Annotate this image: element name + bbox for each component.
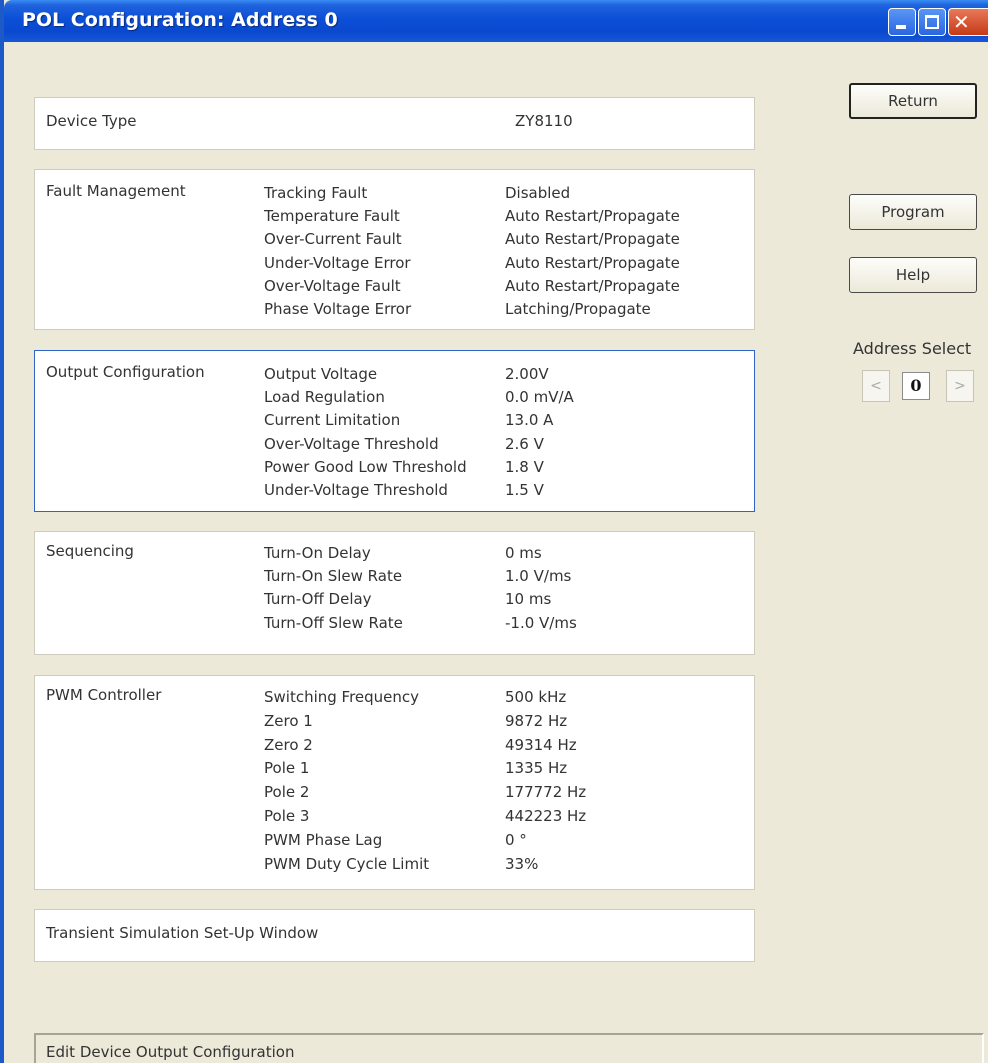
close-button[interactable]: ✕: [948, 8, 988, 36]
fault-value: Auto Restart/Propagate: [505, 253, 680, 272]
pwm-name: PWM Duty Cycle Limit: [264, 854, 430, 873]
pwm-controller-values: 500 kHz 9872 Hz 49314 Hz 1335 Hz 177772 …: [505, 686, 586, 876]
fault-name: Under-Voltage Error: [264, 253, 411, 272]
return-button[interactable]: Return: [849, 83, 977, 119]
output-value: 2.00V: [505, 365, 549, 383]
device-type-label: Device Type: [46, 112, 137, 130]
sequencing-panel[interactable]: Sequencing Turn-On Delay Turn-On Slew Ra…: [34, 531, 755, 655]
fault-management-values: Disabled Auto Restart/Propagate Auto Res…: [505, 182, 680, 321]
device-type-value: ZY8110: [515, 112, 573, 130]
fault-value: Disabled: [505, 184, 571, 202]
sequencing-value: 10 ms: [505, 590, 552, 609]
pwm-name: PWM Phase Lag: [264, 830, 383, 849]
output-value: 13.0 A: [505, 411, 554, 430]
output-value: 1.5 V: [505, 480, 544, 499]
window-title: POL Configuration: Address 0: [22, 9, 338, 31]
title-bar[interactable]: POL Configuration: Address 0 ✕: [4, 0, 988, 42]
help-button[interactable]: Help: [849, 257, 977, 293]
transient-simulation-label: Transient Simulation Set-Up Window: [46, 924, 319, 942]
pwm-value: 49314 Hz: [505, 735, 577, 754]
fault-name: Tracking Fault: [264, 184, 368, 202]
output-configuration-panel[interactable]: Output Configuration Output Voltage Load…: [34, 350, 755, 512]
transient-simulation-panel[interactable]: Transient Simulation Set-Up Window: [34, 909, 755, 962]
fault-value: Auto Restart/Propagate: [505, 276, 680, 295]
output-name: Output Voltage: [264, 365, 378, 383]
pwm-name: Zero 1: [264, 711, 313, 730]
minimize-button[interactable]: [888, 8, 916, 36]
device-type-panel[interactable]: Device Type ZY8110: [34, 97, 755, 150]
status-text: Edit Device Output Configuration: [46, 1043, 295, 1061]
pwm-name: Switching Frequency: [264, 688, 420, 706]
output-name: Load Regulation: [264, 388, 385, 407]
sequencing-value: 0 ms: [505, 544, 542, 562]
pwm-value: 33%: [505, 854, 539, 873]
fault-name: Temperature Fault: [264, 207, 400, 226]
pwm-controller-names: Switching Frequency Zero 1 Zero 2 Pole 1…: [264, 686, 429, 876]
sequencing-names: Turn-On Delay Turn-On Slew Rate Turn-Off…: [264, 542, 403, 635]
fault-management-names: Tracking Fault Temperature Fault Over-Cu…: [264, 182, 411, 321]
address-value-field[interactable]: 0: [902, 372, 930, 400]
pwm-name: Pole 2: [264, 783, 310, 802]
maximize-icon: [925, 15, 939, 29]
fault-management-title: Fault Management: [46, 182, 186, 200]
output-name: Power Good Low Threshold: [264, 457, 467, 476]
output-name: Over-Voltage Threshold: [264, 434, 439, 453]
pwm-name: Pole 3: [264, 806, 310, 825]
fault-management-panel[interactable]: Fault Management Tracking Fault Temperat…: [34, 169, 755, 330]
sequencing-value: 1.0 V/ms: [505, 567, 572, 586]
pwm-name: Zero 2: [264, 735, 313, 754]
pwm-controller-title: PWM Controller: [46, 686, 162, 704]
address-prev-button[interactable]: <: [862, 370, 890, 402]
pwm-controller-panel[interactable]: PWM Controller Switching Frequency Zero …: [34, 675, 755, 890]
sequencing-name: Turn-Off Delay: [264, 590, 372, 609]
address-select-label: Address Select: [853, 339, 972, 358]
fault-value: Auto Restart/Propagate: [505, 230, 680, 249]
sequencing-title: Sequencing: [46, 542, 134, 560]
output-value: 2.6 V: [505, 434, 544, 453]
sequencing-name: Turn-On Slew Rate: [264, 567, 403, 586]
output-configuration-title: Output Configuration: [46, 363, 205, 381]
output-configuration-names: Output Voltage Load Regulation Current L…: [264, 363, 467, 502]
output-value: 0.0 mV/A: [505, 388, 574, 407]
status-bar: Edit Device Output Configuration: [34, 1033, 984, 1063]
sequencing-name: Turn-On Delay: [264, 544, 371, 562]
pwm-name: Pole 1: [264, 759, 310, 778]
output-configuration-values: 2.00V 0.0 mV/A 13.0 A 2.6 V 1.8 V 1.5 V: [505, 363, 574, 502]
program-button[interactable]: Program: [849, 194, 977, 230]
fault-value: Latching/Propagate: [505, 299, 651, 318]
address-next-button[interactable]: >: [946, 370, 974, 402]
minimize-icon: [896, 25, 906, 29]
pol-configuration-window: POL Configuration: Address 0 ✕ Device Ty…: [0, 0, 988, 1063]
sequencing-name: Turn-Off Slew Rate: [264, 613, 403, 632]
output-value: 1.8 V: [505, 457, 544, 476]
close-icon: ✕: [953, 10, 970, 34]
sequencing-value: -1.0 V/ms: [505, 613, 577, 632]
pwm-value: 1335 Hz: [505, 759, 568, 778]
maximize-button[interactable]: [918, 8, 946, 36]
output-name: Current Limitation: [264, 411, 401, 430]
fault-name: Over-Current Fault: [264, 230, 402, 249]
pwm-value: 9872 Hz: [505, 711, 568, 730]
pwm-value: 0 °: [505, 830, 527, 849]
output-name: Under-Voltage Threshold: [264, 480, 448, 499]
pwm-value: 177772 Hz: [505, 783, 587, 802]
sequencing-values: 0 ms 1.0 V/ms 10 ms -1.0 V/ms: [505, 542, 577, 635]
fault-value: Auto Restart/Propagate: [505, 207, 680, 226]
fault-name: Phase Voltage Error: [264, 299, 412, 318]
fault-name: Over-Voltage Fault: [264, 276, 401, 295]
pwm-value: 442223 Hz: [505, 806, 587, 825]
pwm-value: 500 kHz: [505, 688, 567, 706]
